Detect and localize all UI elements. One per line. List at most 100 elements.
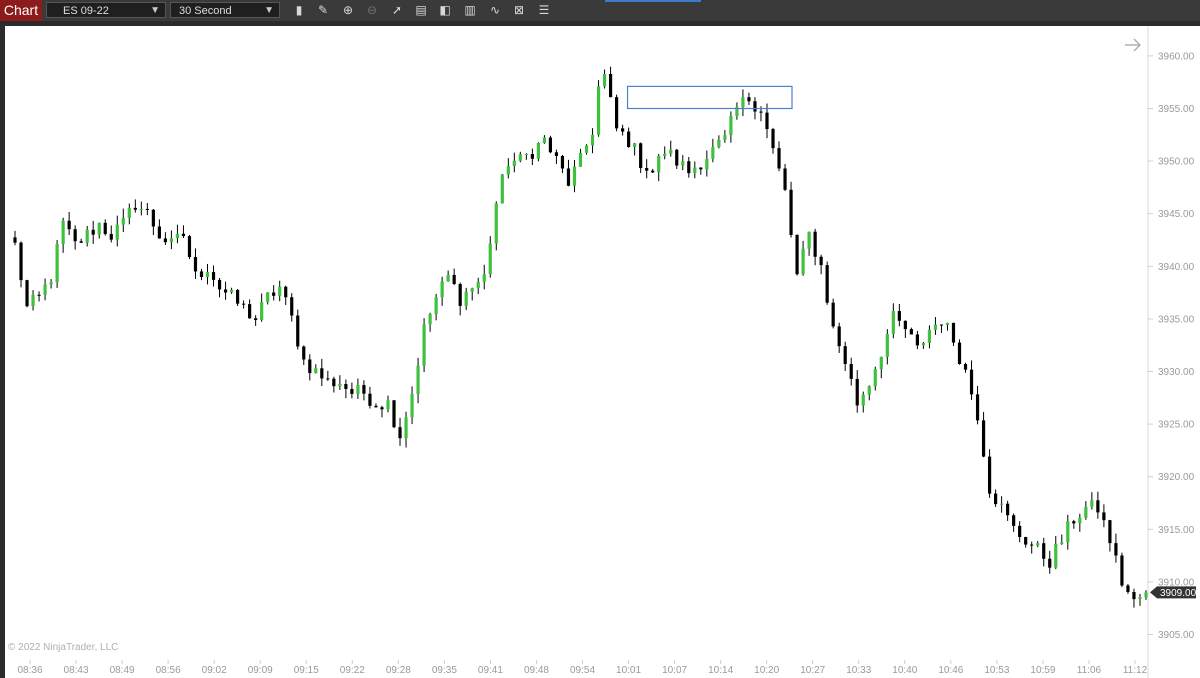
candle-body-up — [873, 369, 877, 387]
candle — [458, 282, 462, 316]
candle — [825, 261, 829, 305]
candle — [362, 380, 366, 401]
candle — [578, 148, 583, 167]
candle — [368, 386, 372, 409]
candle — [500, 173, 504, 204]
candle — [1072, 519, 1076, 529]
candle-body-up — [723, 135, 727, 140]
candle — [645, 159, 649, 179]
price-tick-label: 3935.00 — [1158, 314, 1195, 325]
candle — [987, 449, 992, 498]
candle-body-down — [554, 152, 559, 156]
candle-body-up — [464, 291, 468, 306]
candle — [410, 386, 414, 425]
candle — [272, 285, 276, 301]
candle — [217, 278, 222, 298]
candle-body-down — [994, 493, 998, 505]
candle-body-up — [115, 224, 119, 240]
time-tick-label: 09:02 — [202, 665, 227, 676]
candle-body-up — [572, 166, 577, 186]
candle-body-down — [199, 271, 204, 278]
candle — [1144, 590, 1148, 600]
candle — [1120, 552, 1124, 588]
candle — [266, 292, 270, 305]
candle — [741, 89, 745, 117]
candle-body-up — [476, 281, 480, 289]
candle — [314, 364, 318, 374]
candle-body-up — [494, 203, 498, 244]
candle — [278, 280, 282, 302]
candle-body-up — [945, 322, 950, 326]
candle — [43, 278, 47, 301]
candle — [1132, 588, 1136, 608]
candle-body-up — [729, 115, 733, 136]
candle-body-down — [344, 384, 348, 389]
time-tick-label: 10:27 — [800, 665, 825, 676]
candle — [296, 309, 300, 350]
candle-body-up — [657, 155, 661, 173]
candle-body-up — [127, 207, 131, 218]
candle — [55, 239, 59, 288]
candle-body-down — [560, 155, 565, 169]
candle-body-down — [362, 385, 366, 394]
candle-body-down — [621, 128, 625, 132]
candle — [717, 135, 721, 149]
candle-body-up — [506, 166, 510, 175]
candle-body-down — [699, 167, 703, 170]
candle — [290, 293, 294, 322]
candle — [939, 324, 944, 333]
candle — [572, 160, 577, 193]
candle-body-down — [145, 208, 149, 210]
candle — [1024, 536, 1028, 548]
candle-body-down — [987, 456, 992, 494]
time-tick-label: 09:28 — [386, 665, 411, 676]
candle — [1078, 513, 1082, 532]
candle-body-down — [969, 369, 974, 395]
price-tick-label: 3955.00 — [1158, 104, 1195, 115]
candle — [320, 358, 324, 386]
candle-body-up — [404, 417, 408, 439]
candle — [302, 345, 306, 366]
price-chart[interactable]: 3905.003910.003915.003920.003925.003930.… — [0, 0, 1200, 678]
candle-body-down — [1012, 515, 1016, 526]
candle-body-up — [338, 384, 342, 387]
candle — [470, 287, 474, 301]
candle — [235, 289, 240, 306]
candle-body-up — [175, 233, 180, 239]
candle — [1036, 541, 1040, 548]
candle — [1018, 521, 1022, 543]
candle — [699, 167, 703, 175]
candle-body-down — [109, 233, 113, 240]
time-tick-label: 10:40 — [892, 665, 917, 676]
candle — [879, 356, 883, 379]
candle-body-down — [296, 315, 300, 347]
time-tick-label: 09:41 — [478, 665, 503, 676]
candle-body-down — [608, 74, 613, 98]
price-tick-label: 3945.00 — [1158, 209, 1195, 220]
candle-body-down — [819, 256, 823, 266]
candle-body-up — [49, 282, 53, 285]
candle-body-down — [1114, 543, 1118, 556]
candle-body-down — [783, 168, 787, 190]
candle — [584, 144, 589, 155]
candle-body-down — [211, 272, 216, 280]
time-tick-label: 09:48 — [524, 665, 549, 676]
last-price-tag: 3909.00 — [1150, 586, 1197, 599]
candle-body-down — [458, 283, 462, 306]
candle-body-down — [320, 368, 324, 379]
candle — [193, 248, 198, 280]
candle — [133, 199, 137, 213]
candle — [621, 124, 625, 136]
candle-body-down — [963, 364, 968, 370]
price-tick-label: 3950.00 — [1158, 157, 1195, 168]
candle-body-down — [627, 131, 631, 148]
scroll-right-icon[interactable] — [1125, 38, 1142, 52]
candle — [254, 315, 258, 326]
time-tick-label: 09:22 — [340, 665, 365, 676]
candle — [530, 148, 534, 166]
candle-body-up — [139, 208, 143, 210]
candle — [1060, 534, 1064, 545]
candle-body-up — [500, 174, 504, 204]
candle — [61, 217, 65, 253]
candle — [1138, 593, 1142, 606]
